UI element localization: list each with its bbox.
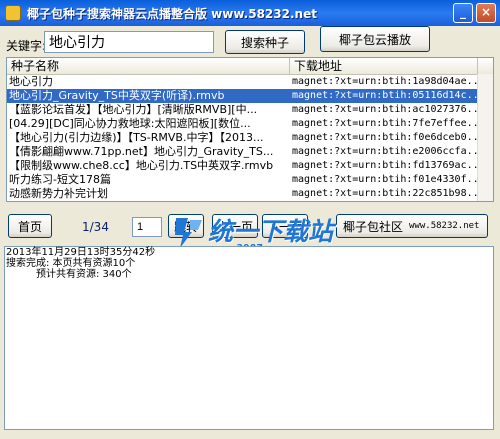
window-title: 椰子包种子搜索神器云点播整合版 www.58232.net — [27, 6, 317, 21]
column-header-name[interactable]: 种子名称 — [7, 58, 290, 74]
magnet-link-cell: magnet:?xt=urn:btih:f0e6dceb0... — [292, 132, 478, 143]
status-log: 2013年11月29日13时35分42秒 搜索完成: 本页共有资源10个 预计共… — [4, 246, 494, 430]
app-icon — [5, 5, 21, 21]
table-row[interactable]: [04.29][DC]同心协力救地球:太阳遮阳板][数位... magnet:?x… — [7, 117, 493, 131]
table-row[interactable]: 听力练习-短文178篇 magnet:?xt=urn:btih:f01e4330f… — [7, 173, 493, 187]
keyword-label: 关键字: — [6, 39, 47, 53]
search-torrent-button[interactable]: 搜索种子 — [225, 30, 305, 54]
table-row[interactable]: 【蓝影论坛首发】【地心引力】[清晰版RMVB][中... magnet:?xt=u… — [7, 103, 493, 117]
torrent-name-cell: 听力练习-短文178篇 — [9, 173, 111, 186]
first-page-button[interactable]: 首页 — [8, 214, 52, 238]
torrent-name-cell: [04.29][DC]同心协力救地球:太阳遮阳板][数位... — [9, 117, 251, 130]
table-row[interactable]: 【限制级www.che8.cc】地心引力.TS中英双字.rmvb magnet:?… — [7, 159, 493, 173]
cloud-play-button[interactable]: 椰子包云播放 — [320, 26, 430, 52]
community-button[interactable]: 椰子包社区 www.58232.net — [336, 214, 488, 238]
table-row[interactable]: 地心引力_Gravity_TS中英双字(听译).rmvb magnet:?xt=u… — [7, 89, 493, 103]
close-button[interactable]: × — [476, 3, 496, 23]
torrent-name-cell: 地心引力_Gravity_TS中英双字(听译).rmvb — [9, 89, 225, 102]
torrent-name-cell: 【限制级www.che8.cc】地心引力.TS中英双字.rmvb — [9, 159, 274, 172]
status-timestamp: 2013年11月29日13时35分42秒 — [6, 247, 156, 258]
table-row[interactable]: 【地心引力(引力边缘)】【TS-RMVB.中字】【2013... magnet:?… — [7, 131, 493, 145]
table-row[interactable]: 动感新势力补完计划 magnet:?xt=urn:btih:22c851b98..… — [7, 187, 493, 201]
magnet-link-cell: magnet:?xt=urn:btih:7fe7effee... — [292, 118, 478, 129]
title-bar: 椰子包种子搜索神器云点播整合版 www.58232.net _ × — [0, 0, 500, 26]
torrent-name-cell: 【地心引力(引力边缘)】【TS-RMVB.中字】【2013... — [9, 131, 264, 144]
torrent-name-cell: 地心引力 — [9, 75, 53, 88]
results-list[interactable]: 种子名称 下载地址 地心引力 magnet:?xt=urn:btih:1a98d0… — [6, 57, 494, 202]
torrent-name-cell: 动感新势力补完计划 — [9, 187, 108, 200]
keyword-input[interactable] — [44, 31, 214, 53]
page-number-input[interactable] — [132, 217, 162, 237]
status-estimated-total: 预计共有资源: 340个 — [36, 269, 132, 280]
magnet-link-cell: magnet:?xt=urn:btih:05116d14c... — [292, 90, 478, 101]
page-indicator: 1/34 — [82, 220, 109, 234]
torrent-name-cell: 【www.gaoqing.tv】国家地理 合集 [含中文字幕] — [7, 201, 290, 202]
magnet-link-cell: magnet:?xt=urn:btih:af6ff3268... — [290, 201, 478, 202]
table-row[interactable]: 地心引力 magnet:?xt=urn:btih:1a98d04ae... — [7, 75, 493, 89]
torrent-name-cell: 【倩影翩翩www.71pp.net】地心引力_Gravity_TS... — [9, 145, 274, 158]
magnet-link-cell: magnet:?xt=urn:btih:1a98d04ae... — [292, 76, 478, 87]
magnet-link-cell: magnet:?xt=urn:btih:ac1027376... — [292, 104, 478, 115]
status-search-complete: 搜索完成: 本页共有资源10个 — [6, 258, 136, 269]
list-body: 地心引力 magnet:?xt=urn:btih:1a98d04ae... 地心引力… — [7, 75, 493, 202]
magnet-link-cell: magnet:?xt=urn:btih:e2006ccfa... — [292, 146, 478, 157]
list-header: 种子名称 下载地址 — [7, 58, 493, 75]
list-scrollbar[interactable] — [477, 74, 493, 201]
table-row[interactable]: 【www.gaoqing.tv】国家地理 合集 [含中文字幕]magnet:?x… — [7, 201, 493, 202]
column-header-link[interactable]: 下载地址 — [290, 58, 478, 74]
community-label: 椰子包社区 — [343, 219, 404, 234]
download-site-logo-icon — [175, 218, 202, 248]
magnet-link-cell: magnet:?xt=urn:btih:f01e4330f... — [292, 174, 478, 185]
minimize-button[interactable]: _ — [453, 3, 473, 23]
table-row[interactable]: 【倩影翩翩www.71pp.net】地心引力_Gravity_TS... magn… — [7, 145, 493, 159]
torrent-name-cell: 【蓝影论坛首发】【地心引力】[清晰版RMVB][中... — [9, 103, 258, 116]
magnet-link-cell: magnet:?xt=urn:btih:fd13769ac... — [292, 160, 478, 171]
site-url-label: www.58232.net — [409, 221, 480, 231]
magnet-link-cell: magnet:?xt=urn:btih:22c851b98... — [292, 188, 478, 199]
